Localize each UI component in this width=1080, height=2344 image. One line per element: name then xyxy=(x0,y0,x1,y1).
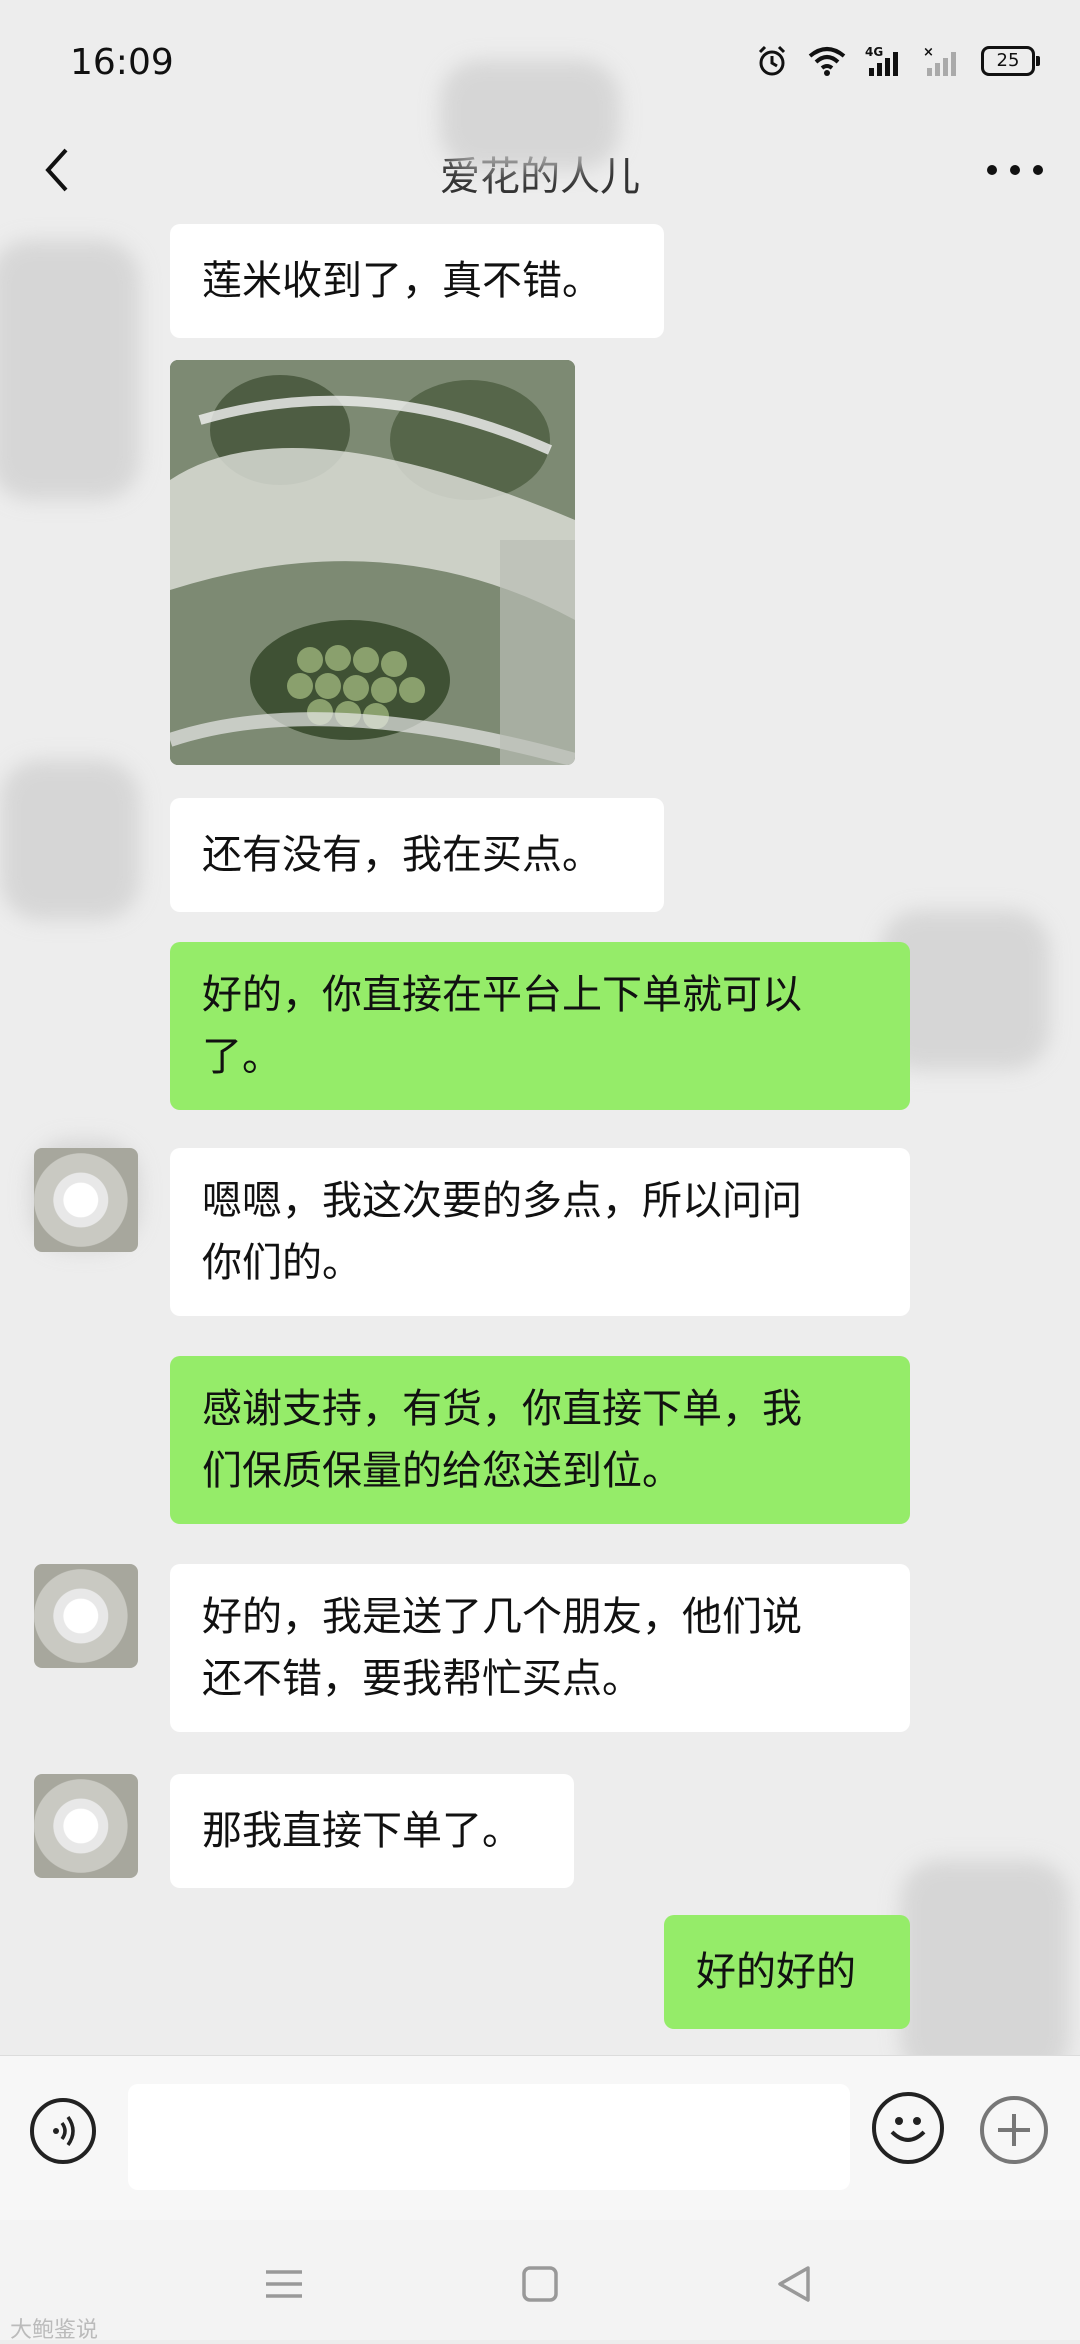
home-square-icon[interactable] xyxy=(520,2264,560,2304)
plus-icon xyxy=(998,2114,1030,2146)
more-button[interactable] xyxy=(980,140,1050,200)
message-bubble-incoming[interactable]: 那我直接下单了。 xyxy=(170,1774,574,1888)
plus-button[interactable] xyxy=(980,2096,1048,2164)
message-list[interactable]: 莲米收到了，真不错。 还有没有，我在买点。 好的，你直接在平台上下单就可以 了。 xyxy=(0,60,1080,2080)
svg-text:4G: 4G xyxy=(865,45,883,59)
avatar[interactable] xyxy=(34,1564,138,1668)
emoji-icon xyxy=(890,2117,926,2142)
message-line: 感谢支持，有货，你直接下单，我 xyxy=(202,1386,802,1432)
privacy-blur xyxy=(900,1860,1070,2080)
message-bubble-outgoing[interactable]: 好的，你直接在平台上下单就可以 了。 xyxy=(170,942,910,1110)
status-icons: 4G × 25 xyxy=(755,44,1040,78)
message-text: 还有没有，我在买点。 xyxy=(202,832,602,878)
message-text: 好的好的 xyxy=(696,1949,856,1995)
message-line: 嗯嗯，我这次要的多点，所以问问 xyxy=(202,1178,802,1224)
wifi-icon xyxy=(808,47,846,76)
message-line: 了。 xyxy=(202,1034,282,1080)
menu-icon[interactable] xyxy=(262,2266,306,2302)
message-bubble-incoming[interactable]: 还有没有，我在买点。 xyxy=(170,798,664,912)
message-bubble-incoming[interactable]: 好的，我是送了几个朋友，他们说 还不错，要我帮忙买点。 xyxy=(170,1564,910,1732)
message-bubble-outgoing[interactable]: 感谢支持，有货，你直接下单，我 们保质保量的给您送到位。 xyxy=(170,1356,910,1524)
message-line: 好的，我是送了几个朋友，他们说 xyxy=(202,1594,802,1640)
message-bubble-incoming[interactable]: 莲米收到了，真不错。 xyxy=(170,224,664,338)
message-line: 好的，你直接在平台上下单就可以 xyxy=(202,972,802,1018)
message-line: 还不错，要我帮忙买点。 xyxy=(202,1656,642,1702)
message-text: 那我直接下单了。 xyxy=(202,1808,522,1854)
message-text: 莲米收到了，真不错。 xyxy=(202,258,602,304)
emoji-button[interactable] xyxy=(872,2092,944,2164)
avatar[interactable] xyxy=(34,1774,138,1878)
message-image[interactable] xyxy=(170,360,575,765)
more-dots-icon xyxy=(987,165,1043,175)
alarm-icon xyxy=(758,45,786,76)
privacy-blur xyxy=(0,760,140,920)
message-line: 们保质保量的给您送到位。 xyxy=(202,1448,682,1494)
privacy-blur xyxy=(0,240,140,500)
message-bubble-outgoing[interactable]: 好的好的 xyxy=(664,1915,910,2029)
signal-no-sim-icon: × xyxy=(923,45,956,76)
status-time: 16:09 xyxy=(70,42,174,83)
back-triangle-icon[interactable] xyxy=(774,2264,814,2304)
svg-text:×: × xyxy=(923,45,934,60)
privacy-blur xyxy=(440,60,620,170)
message-input[interactable] xyxy=(128,2084,850,2190)
watermark: 大鲍鉴说 xyxy=(10,2318,99,2343)
message-bubble-incoming[interactable]: 嗯嗯，我这次要的多点，所以问问 你们的。 xyxy=(170,1148,910,1316)
battery-level: 25 xyxy=(996,50,1020,71)
voice-button[interactable] xyxy=(30,2098,96,2164)
battery-icon: 25 xyxy=(981,46,1040,76)
avatar[interactable] xyxy=(34,1148,138,1252)
message-line: 你们的。 xyxy=(202,1240,362,1286)
system-nav-bar xyxy=(0,2220,1080,2340)
signal-4g-icon: 4G xyxy=(865,45,898,76)
voice-icon xyxy=(53,2115,75,2147)
input-bar xyxy=(0,2055,1080,2221)
photo-lotus-seeds-icon xyxy=(170,360,575,765)
